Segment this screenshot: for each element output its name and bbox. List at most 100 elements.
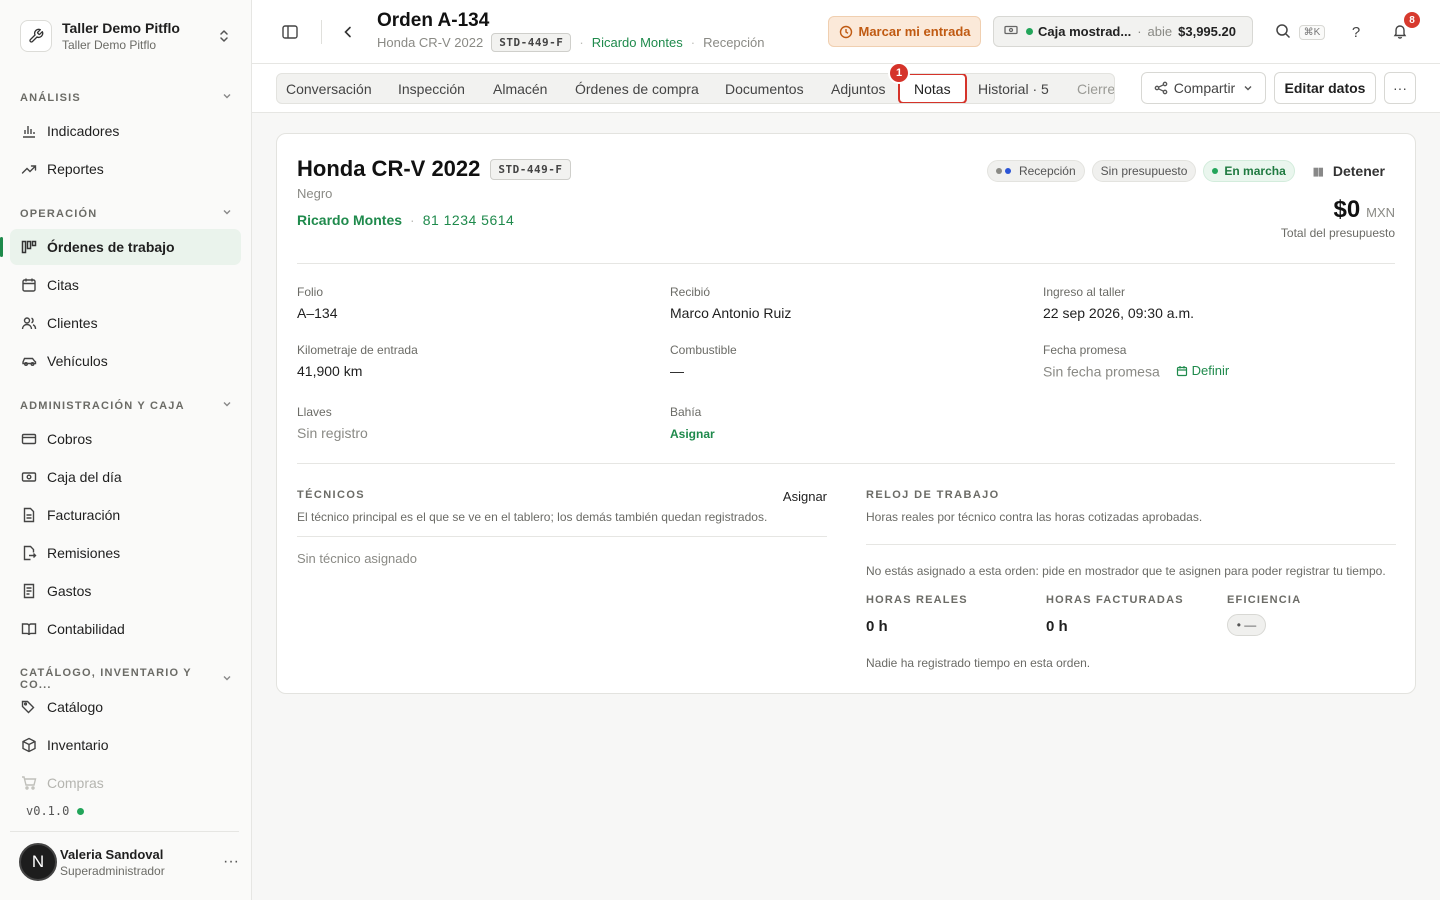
assign-technician-button[interactable]: Asignar	[783, 489, 827, 504]
chevron-down-icon	[222, 399, 232, 412]
client-link[interactable]: Ricardo Montes	[592, 35, 683, 50]
field-label: Fecha promesa	[1043, 343, 1127, 357]
sidebar-item-label: Indicadores	[47, 123, 120, 139]
cash-register-selector[interactable]: Caja mostrad... · abie $3,995.20	[993, 16, 1253, 47]
field-value: A–134	[297, 305, 338, 321]
sidebar-item-label: Reportes	[47, 161, 104, 177]
notifications-button[interactable]: 8	[1388, 12, 1420, 44]
section-catalogo[interactable]: CATÁLOGO, INVENTARIO Y CO...	[20, 667, 232, 691]
vehicle-title: Honda CR-V 2022 STD-449-F	[297, 156, 571, 182]
back-icon[interactable]	[336, 20, 360, 44]
section-administracion[interactable]: ADMINISTRACIÓN Y CAJA	[20, 399, 232, 412]
sidebar-item-ordenes[interactable]: Órdenes de trabajo	[0, 229, 241, 265]
chevrons-up-down-icon	[216, 29, 232, 43]
car-icon	[20, 352, 38, 370]
workspace-subtitle: Taller Demo Pitflo	[62, 38, 157, 52]
sidebar-item-caja-dia[interactable]: Caja del día	[10, 459, 241, 495]
cash-register-separator: ·	[1137, 24, 1142, 39]
stat-value: 0 h	[866, 618, 888, 635]
stage-badge-label: Recepción	[1018, 164, 1076, 178]
status-dot	[1026, 28, 1033, 35]
breadcrumb: Honda CR-V 2022 STD-449-F · Ricardo Mont…	[377, 33, 765, 52]
share-button[interactable]: Compartir	[1141, 72, 1266, 104]
sidebar-item-label: Facturación	[47, 507, 121, 523]
work-clock-section: RELOJ DE TRABAJO Horas reales por técnic…	[866, 489, 1396, 580]
book-open-icon	[20, 620, 38, 638]
chevron-down-icon	[222, 91, 232, 104]
separator: ·	[579, 35, 584, 50]
tab-historial[interactable]: Historial · 5	[978, 74, 1049, 103]
sidebar-item-contabilidad[interactable]: Contabilidad	[10, 611, 241, 647]
chevron-down-icon	[222, 207, 232, 220]
vehicle-owner: Ricardo Montes · 81 1234 5614	[297, 212, 514, 228]
dot-icon	[995, 168, 1002, 174]
technicians-section: TÉCNICOS Asignar El técnico principal es…	[297, 489, 827, 566]
stat-label: HORAS REALES	[866, 594, 968, 606]
tab-adjuntos[interactable]: Adjuntos	[831, 74, 885, 103]
total-label: Total del presupuesto	[1280, 226, 1395, 240]
tab-ordenes-compra[interactable]: Órdenes de compra	[575, 74, 699, 103]
sidebar-item-indicadores[interactable]: Indicadores	[10, 113, 241, 149]
field-label: Bahía	[670, 405, 702, 419]
sidebar-item-inventario[interactable]: Inventario	[10, 727, 241, 763]
tab-conversacion[interactable]: Conversación	[286, 74, 372, 103]
tags-icon	[20, 698, 38, 716]
field-label: Llaves	[297, 405, 332, 419]
sidebar-item-citas[interactable]: Citas	[10, 267, 241, 303]
users-icon	[20, 314, 38, 332]
cash-register-icon	[1004, 23, 1018, 40]
more-horizontal-icon[interactable]: ···	[221, 853, 241, 871]
section-title: RELOJ DE TRABAJO	[866, 489, 1000, 501]
cash-register-state: abie	[1147, 24, 1173, 39]
sidebar-item-facturacion[interactable]: Facturación	[10, 497, 241, 533]
status-dot	[77, 807, 85, 815]
page-header: Orden A-134 Honda CR-V 2022 STD-449-F · …	[252, 0, 1440, 64]
tab-documentos[interactable]: Documentos	[725, 74, 804, 103]
owner-link[interactable]: Ricardo Montes	[297, 212, 402, 228]
define-date-label: Definir	[1191, 363, 1230, 378]
stat-label: HORAS FACTURADAS	[1046, 594, 1184, 606]
cash-register-name: Caja mostrad...	[1038, 24, 1132, 39]
sidebar-item-cobros[interactable]: Cobros	[10, 421, 241, 457]
section-operacion[interactable]: OPERACIÓN	[20, 207, 232, 220]
field-ingreso: Ingreso al taller 22 sep 2026, 09:30 a.m…	[1043, 285, 1383, 321]
mark-entry-button[interactable]: Marcar mi entrada	[828, 16, 981, 47]
define-date-button[interactable]: Definir	[1176, 363, 1230, 378]
vehicle-title-text: Honda CR-V 2022	[297, 156, 481, 181]
sidebar-item-reportes[interactable]: Reportes	[10, 151, 241, 187]
sidebar-item-clientes[interactable]: Clientes	[10, 305, 241, 341]
sidebar-toggle-icon[interactable]	[278, 20, 302, 44]
plate-badge: STD-449-F	[491, 33, 572, 52]
sidebar-item-label: Caja del día	[47, 469, 122, 485]
workspace-switcher[interactable]: Taller Demo Pitflo Taller Demo Pitflo	[10, 12, 242, 60]
tab-inspeccion[interactable]: Inspección	[398, 74, 465, 103]
phone-link[interactable]: 81 1234 5614	[423, 212, 515, 228]
sidebar-item-catalogo[interactable]: Catálogo	[10, 689, 241, 725]
wrench-icon	[20, 20, 52, 52]
dot-icon	[1004, 168, 1011, 174]
sidebar-item-compras[interactable]: Compras	[10, 765, 241, 801]
sidebar-item-gastos[interactable]: Gastos	[10, 573, 241, 609]
assign-bay-link[interactable]: Asignar	[670, 427, 1010, 441]
not-assigned-message: No estás asignado a esta orden: pide en …	[866, 544, 1396, 580]
sidebar-item-label: Inventario	[47, 737, 109, 753]
header-divider	[321, 20, 322, 44]
receipt-icon	[20, 582, 38, 600]
user-menu[interactable]: N Valeria Sandoval Superadministrador ··…	[19, 843, 241, 881]
tab-cierre[interactable]: Cierre	[1077, 74, 1114, 103]
sidebar-item-vehiculos[interactable]: Vehículos	[10, 343, 241, 379]
sidebar-item-remisiones[interactable]: Remisiones	[10, 535, 241, 571]
search-button[interactable]: ⌘K	[1270, 20, 1330, 44]
field-value: Sin fecha promesa Definir	[1043, 363, 1383, 380]
kanban-icon	[20, 238, 38, 256]
tab-almacen[interactable]: Almacén	[493, 74, 547, 103]
section-analisis[interactable]: ANÁLISIS	[20, 91, 232, 104]
order-card: Honda CR-V 2022 STD-449-F Negro Ricardo …	[276, 133, 1416, 694]
stop-button[interactable]: ▮▮ Detener	[1313, 163, 1385, 179]
more-options-button[interactable]: ···	[1384, 72, 1416, 104]
shopping-cart-icon	[20, 774, 38, 792]
section-description: El técnico principal es el que se ve en …	[297, 510, 768, 524]
page-title: Orden A-134	[377, 10, 490, 31]
edit-data-button[interactable]: Editar datos	[1274, 72, 1376, 104]
help-icon[interactable]: ?	[1344, 20, 1368, 44]
